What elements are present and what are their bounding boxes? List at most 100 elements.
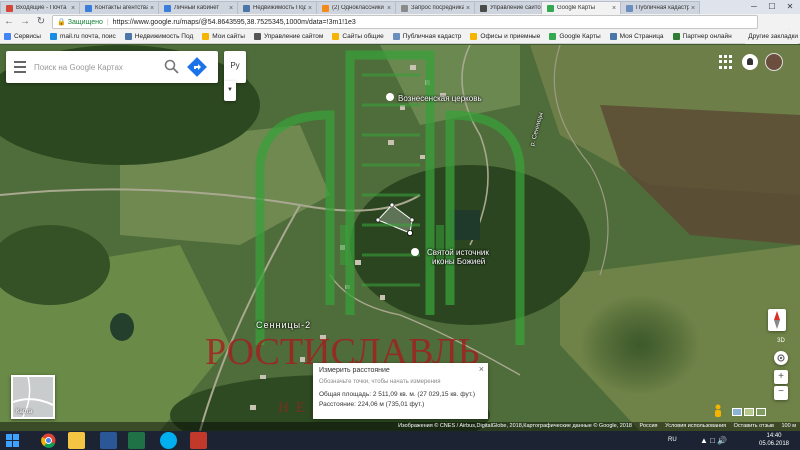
apps-grid-icon[interactable] [719, 55, 733, 69]
language-button[interactable]: Ру [224, 51, 246, 83]
map-label-spring-2: иконы Божией [432, 257, 486, 266]
pdf-app-icon[interactable] [190, 432, 207, 449]
tab-favicon [480, 4, 487, 12]
country-link[interactable]: Россия [640, 423, 658, 429]
tab-strip: Входящие - Почта × Контакты агентства × Ли… [0, 0, 800, 14]
bookmark-favicon [49, 33, 57, 40]
satellite-map[interactable]: РОСТИСЛАВЛЬ НЕДВИЖИМОСТЬ Вознесенская це… [0, 45, 800, 431]
security-label: Защищено [67, 18, 103, 26]
map-label-spring[interactable]: Святой источник [427, 248, 489, 257]
close-window-button[interactable]: ✕ [781, 0, 799, 14]
tab-favicon [322, 4, 329, 12]
close-icon[interactable]: × [689, 5, 697, 12]
chevron-down-icon[interactable]: ▼ [224, 81, 236, 101]
layer-thumbnail[interactable] [732, 408, 742, 416]
close-icon[interactable]: × [69, 5, 77, 12]
reload-icon[interactable]: ↻ [34, 15, 48, 29]
layer-thumbnail[interactable] [756, 408, 766, 416]
layer-thumbnail[interactable] [744, 408, 754, 416]
tray-icons[interactable]: ▲ □ 🔊 [700, 431, 727, 450]
street-view-pegman-icon[interactable] [713, 404, 723, 418]
close-icon[interactable]: × [479, 364, 484, 374]
excel-icon[interactable] [128, 432, 145, 449]
tab-favicon [6, 4, 13, 12]
bookmark-item[interactable]: mail.ru почта, поис [49, 33, 116, 40]
notifications-icon[interactable] [742, 54, 758, 70]
browser-tab[interactable]: Контакты агентства × [79, 1, 159, 14]
bookmark-item[interactable]: Недвижимость Под [124, 33, 193, 40]
tab-favicon [626, 4, 633, 12]
url-text[interactable]: https://www.google.ru/maps/@54.8643595,3… [113, 19, 356, 26]
navigation-bar: ← → ↻ 🔒 Защищено | https://www.google.ru… [0, 14, 800, 40]
bookmark-item[interactable]: Мои сайты [202, 33, 245, 40]
language-indicator[interactable]: RU [668, 431, 677, 450]
tilt-3d-button[interactable]: 3D [774, 335, 788, 347]
windows-taskbar: RU ▲ □ 🔊 14:40 05.06.2018 [0, 431, 800, 450]
bookmark-item[interactable]: Партнер онлайн [672, 33, 732, 40]
clock-date[interactable]: 05.06.2018 [752, 435, 796, 450]
apps-icon [4, 33, 11, 40]
maximize-button[interactable]: ☐ [763, 0, 781, 14]
map-label-village: Сенницы-2 [256, 320, 312, 330]
bookmarks-bar: Сервисы mail.ru почта, поис Недвижимость… [0, 30, 800, 44]
browser-tab[interactable]: (2) Одноклассники × [316, 1, 396, 14]
bookmark-favicon [253, 33, 261, 40]
minimize-button[interactable]: ─ [745, 0, 763, 14]
bookmark-item[interactable]: Сервисы [4, 33, 41, 40]
terms-link[interactable]: Условия использования [665, 423, 726, 429]
bookmark-item[interactable]: Управление сайтом [253, 33, 323, 40]
bookmark-favicon [672, 33, 680, 40]
back-icon[interactable]: ← [2, 15, 16, 29]
browser-tab[interactable]: Публичная кадастровая× [620, 1, 700, 14]
close-icon[interactable]: × [227, 5, 235, 12]
folder-icon [470, 33, 478, 40]
directions-icon[interactable] [186, 56, 208, 78]
map-type-toggle[interactable]: Карта [11, 375, 55, 419]
skype-icon[interactable] [160, 432, 177, 449]
folder-icon [202, 33, 210, 40]
browser-tab-active[interactable]: Google Карты × [541, 1, 621, 14]
tab-favicon [243, 4, 250, 12]
search-input[interactable] [34, 62, 162, 72]
windows-start-icon[interactable] [4, 432, 21, 449]
search-box [6, 51, 218, 83]
my-location-icon[interactable] [774, 351, 788, 365]
forward-icon[interactable]: → [18, 15, 32, 29]
zoom-in-button[interactable]: + [774, 370, 788, 384]
tab-favicon [164, 4, 171, 12]
avatar[interactable] [765, 53, 783, 71]
search-icon[interactable] [162, 57, 182, 77]
minimap-label: Карта [16, 409, 33, 415]
browser-tab[interactable]: Входящие - Почта × [0, 1, 80, 14]
file-explorer-icon[interactable] [68, 432, 85, 449]
close-icon[interactable]: × [148, 5, 156, 12]
browser-tab[interactable]: Запрос посредника × [395, 1, 475, 14]
bookmark-favicon [124, 33, 132, 40]
close-icon[interactable]: × [306, 5, 314, 12]
measure-area: Общая площадь: 2 511,09 кв. м. (27 029,1… [319, 391, 475, 398]
other-bookmarks[interactable]: Другие закладки [745, 30, 798, 44]
close-icon[interactable]: × [385, 5, 393, 12]
zoom-out-button[interactable]: − [774, 386, 788, 400]
bookmark-favicon [609, 33, 617, 40]
map-label-church[interactable]: Вознесенская церковь [398, 94, 482, 103]
bookmark-item[interactable]: Публичная кадастр [392, 33, 461, 40]
word-icon[interactable] [100, 432, 117, 449]
bookmark-item[interactable]: Сайты общие [332, 33, 384, 40]
measure-hint: Обозначьте точки, чтобы начать измерения [319, 379, 441, 385]
bookmark-favicon [392, 33, 400, 40]
browser-tab[interactable]: Недвижимость Подольск× [237, 1, 317, 14]
menu-icon[interactable] [6, 51, 34, 83]
measure-distance: Расстояние: 224,06 м (735,01 фут.) [319, 401, 425, 408]
compass-icon[interactable] [768, 309, 786, 331]
close-icon[interactable]: × [610, 5, 618, 12]
measure-title: Измерить расстояние [319, 367, 390, 374]
chrome-icon[interactable] [40, 432, 57, 449]
bookmark-item[interactable]: Офисы и приемные [470, 33, 540, 40]
browser-tab[interactable]: Личный кабинет × [158, 1, 238, 14]
bookmark-item[interactable]: Моя Страница [609, 33, 664, 40]
folder-icon [332, 33, 340, 40]
close-icon[interactable]: × [464, 5, 472, 12]
bookmark-item[interactable]: Google Карты [549, 33, 601, 40]
address-bar[interactable]: 🔒 Защищено | https://www.google.ru/maps/… [52, 15, 758, 29]
